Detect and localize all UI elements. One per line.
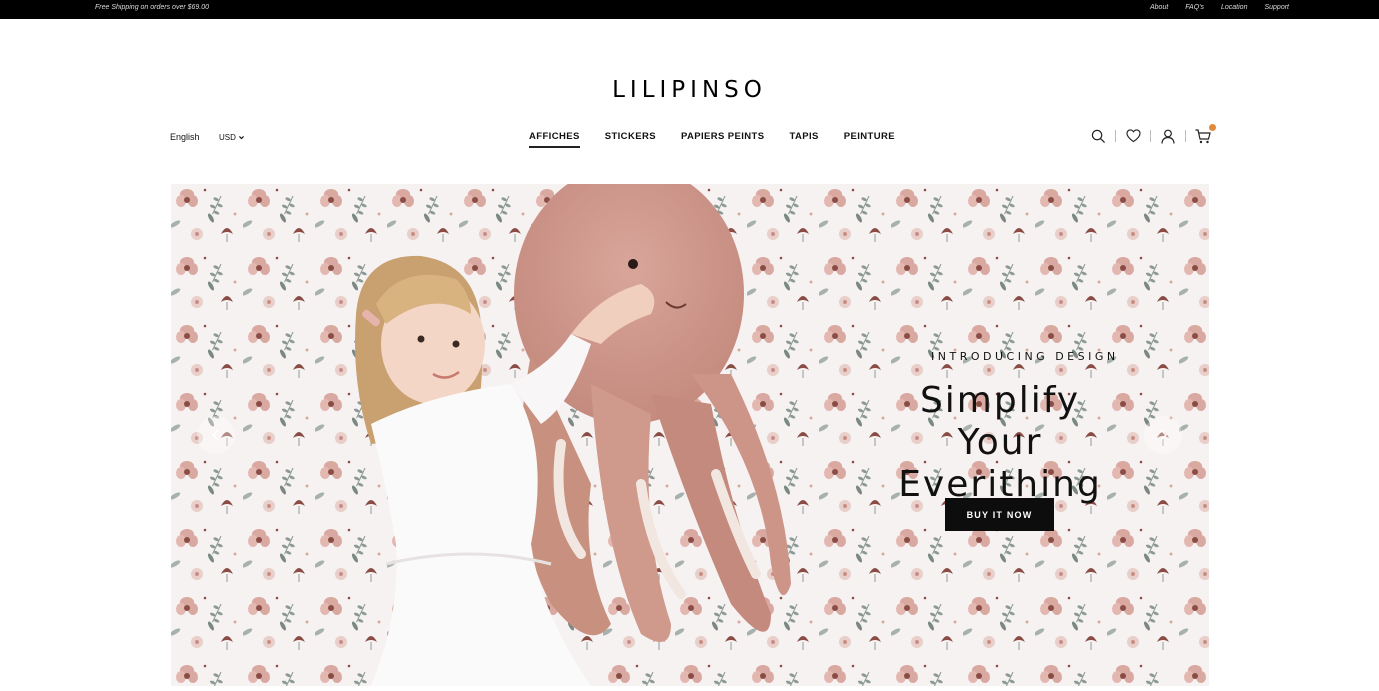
announcement-bar: Free Shipping on orders over $69.00 Abou… — [0, 0, 1379, 19]
chevron-left-icon — [211, 429, 219, 441]
cart-count-badge — [1209, 124, 1216, 131]
language-selector[interactable]: English — [170, 132, 200, 142]
nav-item-papiers-peints[interactable]: PAPIERS PEINTS — [681, 131, 765, 148]
search-icon[interactable] — [1089, 127, 1107, 145]
top-link-support[interactable]: Support — [1264, 4, 1289, 11]
buy-it-now-button[interactable]: BUY IT NOW — [945, 498, 1054, 531]
top-link-location[interactable]: Location — [1221, 4, 1247, 11]
slider-prev-button[interactable] — [197, 416, 235, 454]
user-icon[interactable] — [1159, 127, 1177, 145]
top-link-faqs[interactable]: FAQ's — [1185, 4, 1204, 11]
top-links: About FAQ's Location Support — [1150, 4, 1289, 11]
currency-selector[interactable]: USD — [219, 133, 245, 142]
hero-slider: INTRODUCING DESIGN Simplify Your Everith… — [171, 184, 1209, 686]
cart-icon[interactable] — [1194, 124, 1216, 145]
chevron-down-icon — [238, 136, 244, 140]
header-icons — [1089, 124, 1216, 145]
nav-item-tapis[interactable]: TAPIS — [790, 131, 819, 148]
nav-item-stickers[interactable]: STICKERS — [605, 131, 656, 148]
hero-headline-line-1: Simplify Your — [919, 380, 1081, 463]
nav-item-peinture[interactable]: PEINTURE — [844, 131, 895, 148]
currency-label: USD — [219, 133, 236, 142]
icon-divider — [1115, 130, 1116, 142]
site-logo[interactable]: LILIPINSO — [0, 77, 1379, 103]
chevron-right-icon — [1160, 429, 1168, 441]
icon-divider — [1185, 130, 1186, 142]
hero-headline: Simplify Your Everithing — [881, 380, 1119, 506]
hero-eyebrow: INTRODUCING DESIGN — [931, 350, 1119, 363]
top-link-about[interactable]: About — [1150, 4, 1168, 11]
nav-item-affiches[interactable]: AFFICHES — [529, 131, 580, 148]
heart-icon[interactable] — [1124, 127, 1142, 145]
icon-divider — [1150, 130, 1151, 142]
slider-next-button[interactable] — [1144, 416, 1182, 454]
free-shipping-notice: Free Shipping on orders over $69.00 — [95, 4, 210, 11]
main-nav: AFFICHES STICKERS PAPIERS PEINTS TAPIS P… — [529, 131, 895, 148]
